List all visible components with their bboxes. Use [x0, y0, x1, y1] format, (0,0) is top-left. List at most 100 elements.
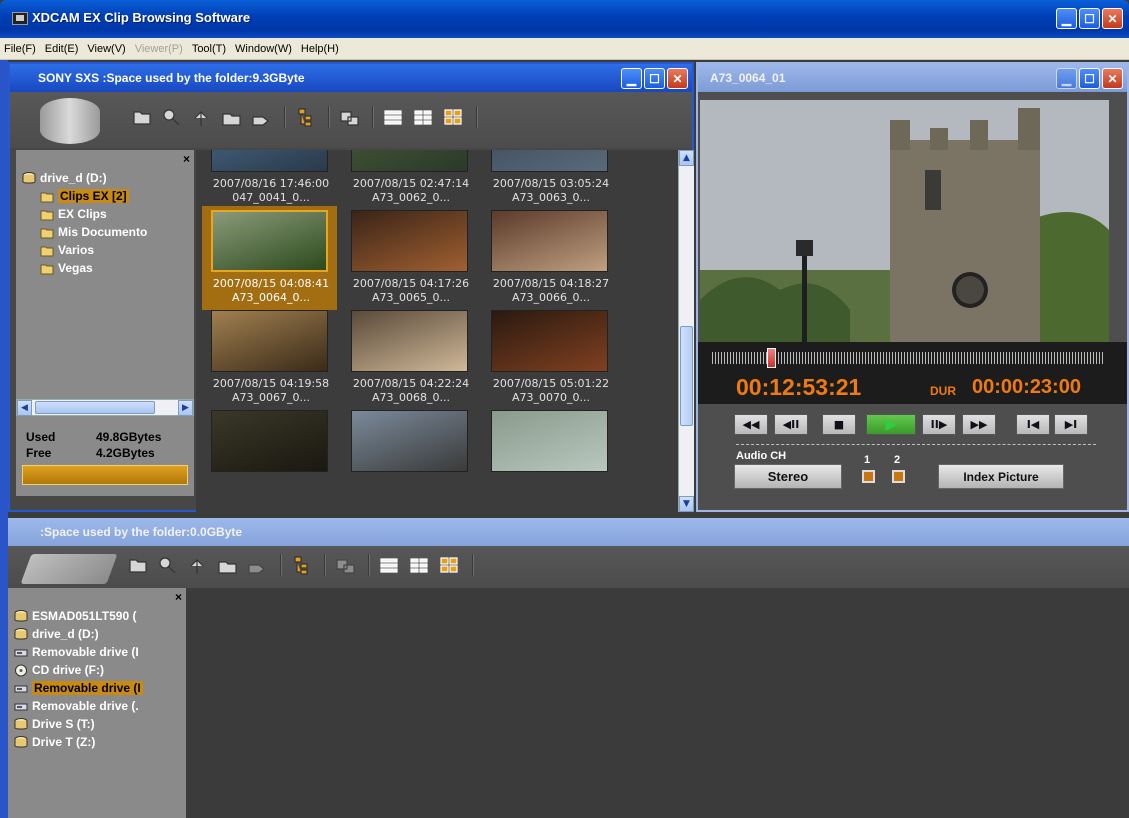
search-icon[interactable] — [160, 106, 182, 128]
clip-thumbnail[interactable]: 2007/08/15 04:17:26 A73_0065_0... — [342, 210, 477, 310]
detail-view-icon[interactable] — [408, 554, 430, 576]
stop-button[interactable]: ■ — [822, 414, 856, 435]
clip-thumbnail[interactable]: 2007/08/15 04:08:41 A73_0064_0... — [202, 206, 337, 310]
scroll-up-icon[interactable]: ▲ — [679, 150, 694, 166]
tree-item[interactable]: drive_d (D:) — [14, 626, 99, 642]
channel-2-checkbox[interactable] — [892, 470, 905, 483]
up-folder-icon[interactable] — [190, 106, 212, 128]
menu-window[interactable]: Window(W) — [235, 43, 292, 55]
close-tree-icon[interactable]: × — [183, 152, 190, 166]
lower-toolbar — [8, 546, 1129, 588]
tree-view-icon[interactable] — [290, 554, 312, 576]
clip-thumbnail[interactable]: 2007/08/15 04:19:58 A73_0067_0... — [202, 310, 337, 410]
maximize-button[interactable]: ☐ — [644, 68, 665, 89]
new-folder-icon[interactable] — [220, 106, 242, 128]
up-folder-icon[interactable] — [186, 554, 208, 576]
tree-item-label: Removable drive (. — [32, 699, 139, 713]
clip-thumbnail[interactable] — [482, 410, 617, 510]
all-clips-icon[interactable] — [334, 554, 356, 576]
close-button[interactable]: ✕ — [1102, 68, 1123, 89]
close-tree-icon[interactable]: × — [175, 590, 182, 604]
stereo-button[interactable]: Stereo — [734, 464, 842, 489]
tree-item[interactable]: Drive S (T:) — [14, 716, 95, 732]
tree-item[interactable]: EX Clips — [40, 206, 107, 222]
scroll-thumb[interactable] — [680, 326, 693, 426]
scroll-right-icon[interactable]: ▶ — [178, 400, 193, 416]
close-button[interactable]: ✕ — [1102, 8, 1123, 29]
tree-hscrollbar[interactable]: ◀ ▶ — [16, 399, 194, 416]
channel-1-checkbox[interactable] — [862, 470, 875, 483]
go-to-start-button[interactable]: I◀ — [1016, 414, 1050, 435]
menu-tool[interactable]: Tool(T) — [192, 43, 226, 55]
viewer-title-bar[interactable]: A73_0064_01 ▁ ☐ ✕ — [698, 64, 1127, 92]
thumb-vscrollbar[interactable]: ▲ ▼ — [678, 150, 694, 512]
clip-date: 2007/08/15 04:17:26 — [352, 277, 470, 290]
link-icon[interactable] — [250, 106, 272, 128]
clip-thumbnail[interactable]: 2007/08/15 02:47:14 A73_0062_0... — [342, 150, 477, 210]
go-to-end-button[interactable]: ▶I — [1054, 414, 1088, 435]
tree-item-label: Removable drive (I — [32, 645, 139, 659]
step-back-button[interactable]: ◀II — [774, 414, 808, 435]
minimize-button[interactable]: ▁ — [1056, 8, 1077, 29]
clip-thumbnail[interactable] — [342, 410, 477, 510]
app-title: XDCAM EX Clip Browsing Software — [32, 10, 251, 25]
menu-help[interactable]: Help(H) — [301, 43, 339, 55]
clip-thumbnail[interactable] — [202, 410, 337, 510]
menu-edit[interactable]: Edit(E) — [45, 43, 79, 55]
folder-icon — [40, 262, 54, 275]
fast-forward-button[interactable]: ▶▶ — [962, 414, 996, 435]
maximize-button[interactable]: ☐ — [1079, 8, 1100, 29]
clip-thumbnail[interactable]: 2007/08/15 03:05:24 A73_0063_0... — [482, 150, 617, 210]
tree-view-icon[interactable] — [294, 106, 316, 128]
tree-item[interactable]: Removable drive (I — [14, 680, 143, 696]
open-folder-icon[interactable] — [126, 554, 148, 576]
thumbnail-view-icon[interactable] — [442, 106, 464, 128]
playhead-handle[interactable] — [766, 348, 776, 368]
tree-item[interactable]: Mis Documento — [40, 224, 147, 240]
maximize-button[interactable]: ☐ — [1079, 68, 1100, 89]
all-clips-icon[interactable] — [338, 106, 360, 128]
list-view-icon[interactable] — [382, 106, 404, 128]
upper-folder-tree: × drive_d (D:) Clips EX [2] EX Clips Mis Do… — [16, 150, 194, 406]
index-picture-button[interactable]: Index Picture — [938, 464, 1064, 489]
app-title-bar[interactable]: XDCAM EX Clip Browsing Software ▁ ☐ ✕ — [0, 0, 1129, 38]
clip-thumbnail[interactable]: 2007/08/15 04:18:27 A73_0066_0... — [482, 210, 617, 310]
church-tower-image — [700, 100, 1109, 342]
menu-file[interactable]: File(F) — [4, 43, 36, 55]
menu-view[interactable]: View(V) — [87, 43, 125, 55]
minimize-button[interactable]: ▁ — [1056, 68, 1077, 89]
tree-item[interactable]: Vegas — [40, 260, 93, 276]
step-forward-button[interactable]: II▶ — [922, 414, 956, 435]
lower-browser-title-bar[interactable]: :Space used by the folder:0.0GByte — [8, 518, 1129, 546]
menu-viewer[interactable]: Viewer(P) — [135, 43, 183, 55]
tree-item[interactable]: ESMAD051LT590 ( — [14, 608, 136, 624]
minimize-button[interactable]: ▁ — [621, 68, 642, 89]
search-icon[interactable] — [156, 554, 178, 576]
detail-view-icon[interactable] — [412, 106, 434, 128]
upper-browser-title-bar[interactable]: SONY SXS :Space used by the folder:9.3GB… — [10, 64, 692, 92]
tree-item[interactable]: Removable drive (. — [14, 698, 139, 714]
thumbnail-view-icon[interactable] — [438, 554, 460, 576]
list-view-icon[interactable] — [378, 554, 400, 576]
scroll-thumb[interactable] — [35, 401, 155, 414]
tree-item[interactable]: CD drive (F:) — [14, 662, 104, 678]
tree-item[interactable]: Varios — [40, 242, 94, 258]
tree-item[interactable]: Drive T (Z:) — [14, 734, 95, 750]
tree-item[interactable]: drive_d (D:) — [22, 170, 107, 186]
disk-usage-panel: Used 49.8GBytes Free 4.2GBytes — [16, 416, 194, 496]
tree-item[interactable]: Removable drive (I — [14, 644, 139, 660]
new-folder-icon[interactable] — [216, 554, 238, 576]
scroll-down-icon[interactable]: ▼ — [679, 496, 694, 512]
clip-thumbnail[interactable]: 2007/08/16 17:46:00 047_0041_0... — [202, 150, 337, 210]
removable-drive-icon — [14, 700, 28, 713]
clip-thumbnail[interactable]: 2007/08/15 05:01:22 A73_0070_0... — [482, 310, 617, 410]
scroll-left-icon[interactable]: ◀ — [17, 400, 32, 416]
close-button[interactable]: ✕ — [667, 68, 688, 89]
clip-thumbnail[interactable]: 2007/08/15 04:22:24 A73_0068_0... — [342, 310, 477, 410]
tree-item-label: ESMAD051LT590 ( — [32, 609, 137, 623]
tree-item[interactable]: Clips EX [2] — [40, 188, 129, 204]
play-button[interactable]: ▶ — [866, 414, 916, 435]
open-folder-icon[interactable] — [130, 106, 152, 128]
link-icon[interactable] — [246, 554, 268, 576]
rewind-button[interactable]: ◀◀ — [734, 414, 768, 435]
